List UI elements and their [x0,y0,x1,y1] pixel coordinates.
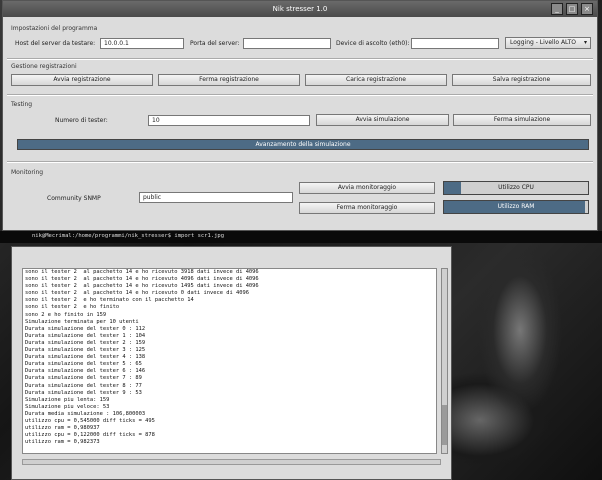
terminal-line: sono il tester 2 al pacchetto 14 e ho ri… [25,276,259,283]
start-recording-button[interactable]: Avvia registrazione [11,74,153,86]
terminal-line: Durata simulazione del tester 6 : 146 [25,368,146,375]
terminal-line: Durata simulazione del tester 1 : 104 [25,332,146,339]
terminal-output[interactable]: sono il tester 2 al pacchetto 14 e ho ri… [22,268,437,454]
terminal-prompt-strip: nik@Mecrimal:/home/programmi/nik_stresse… [0,231,602,243]
terminal-line: Durata simulazione del tester 0 : 112 [25,325,146,332]
logging-select[interactable]: Logging - Livello ALTO ▾ [505,37,591,49]
window-titlebar[interactable]: Nik stresser 1.0 _ □ × [3,1,597,17]
save-recording-button[interactable]: Salva registrazione [452,74,591,86]
terminal-line: utilizzo cpu = 0,122000 diff ticks = 878 [25,432,155,439]
terminal-line: Simulazione piu veloce: 53 [25,403,110,410]
terminal-line: Durata simulazione del tester 8 : 77 [25,382,142,389]
port-label: Porta del server: [190,40,240,47]
terminal-line: utilizzo cpu = 0,545000 diff ticks = 495 [25,417,155,424]
terminal-line: sono il tester 2 al pacchetto 14 e ho ri… [25,283,259,290]
horizontal-scrollbar[interactable] [22,459,441,465]
terminal-line: Durata simulazione del tester 9 : 53 [25,389,142,396]
host-input[interactable]: 10.0.0.1 [100,38,184,49]
terminal-prompt: nik@Mecrimal:/home/programmi/nik_stresse… [32,233,225,239]
start-simulation-button[interactable]: Avvia simulazione [316,114,449,126]
scrollbar-thumb[interactable] [442,405,447,445]
terminal-line: Durata simulazione del tester 7 : 89 [25,375,142,382]
terminal-line: sono il tester 2 al pacchetto 14 e ho ri… [25,290,249,297]
terminal-line: Durata simulazione del tester 3 : 125 [25,347,146,354]
terminal-window: sono il tester 2 al pacchetto 14 e ho ri… [11,246,452,480]
settings-section-label: Impostazioni del programma [11,25,98,32]
start-monitoring-button[interactable]: Avvia monitoraggio [299,182,435,194]
recording-section-label: Gestione registrazioni [11,63,77,70]
stop-simulation-button[interactable]: Ferma simulazione [453,114,591,126]
host-label: Host del server da testare: [15,40,96,47]
terminal-line: Durata simulazione del tester 2 : 159 [25,339,146,346]
stop-monitoring-button[interactable]: Ferma monitoraggio [299,202,435,214]
stop-recording-button[interactable]: Ferma registrazione [158,74,300,86]
device-input[interactable] [411,38,499,49]
terminal-line: Simulazione piu lenta: 159 [25,396,110,403]
minimize-icon[interactable]: _ [551,3,563,15]
close-icon[interactable]: × [581,3,593,15]
monitoring-section-label: Monitoring [11,169,44,176]
ram-usage-bar: Utilizzo RAM [443,200,589,214]
main-window: Nik stresser 1.0 _ □ × Impostazioni del … [2,0,598,231]
load-recording-button[interactable]: Carica registrazione [305,74,447,86]
testers-input[interactable]: 10 [148,115,310,126]
terminal-line: sono il tester 2 e ho terminato con il p… [25,297,194,304]
divider [7,161,593,163]
community-label: Community SNMP [47,195,101,202]
divider [7,58,593,60]
terminal-line: Durata media simulazione : 106,800003 [25,410,146,417]
terminal-line: sono 2 e ho finito in 159 [25,311,107,318]
device-label: Device di ascolto (eth0): [336,40,410,47]
simulation-progress-bar: Avanzamento della simulazione [17,139,589,150]
divider [7,94,593,96]
terminal-line: Durata simulazione del tester 5 : 65 [25,361,142,368]
cpu-usage-label: Utilizzo CPU [498,184,534,191]
testers-label: Numero di tester: [55,117,108,124]
terminal-line: Simulazione terminata per 10 utenti [25,318,139,325]
terminal-line: utilizzo ram = 0,982373 [25,439,100,446]
terminal-line: Durata simulazione del tester 4 : 138 [25,354,146,361]
chevron-down-icon: ▾ [583,39,587,46]
vertical-scrollbar[interactable] [441,268,448,454]
ram-usage-label: Utilizzo RAM [497,203,535,210]
logging-select-value: Logging - Livello ALTO [510,39,576,46]
simulation-progress-label: Avanzamento della simulazione [255,141,351,148]
terminal-line: sono il tester 2 e ho finito [25,304,120,311]
terminal-line: utilizzo ram = 0,980937 [25,425,100,432]
window-title: Nik stresser 1.0 [272,5,328,13]
port-input[interactable] [243,38,331,49]
testing-section-label: Testing [11,101,33,108]
terminal-line: sono il tester 2 al pacchetto 14 e ho ri… [25,269,259,275]
maximize-icon[interactable]: □ [566,3,578,15]
community-input[interactable]: public [139,192,293,203]
cpu-usage-bar: Utilizzo CPU [443,181,589,195]
